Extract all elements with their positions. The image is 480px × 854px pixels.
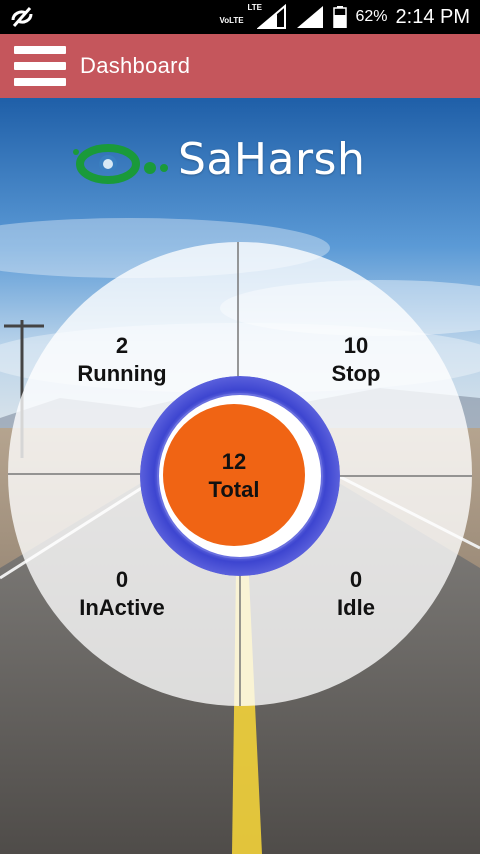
signal-strength-icon-2 (297, 6, 324, 28)
battery-icon (333, 6, 348, 29)
total-label: Total (208, 477, 260, 502)
page-title: Dashboard (80, 53, 191, 78)
idle-count: 0 (349, 567, 363, 592)
app-bar: Dashboard (0, 34, 480, 98)
menu-icon[interactable] (14, 44, 66, 88)
dashboard-dial: 2 Running 10 Stop 0 InActive 0 Idle 12 T… (8, 242, 472, 706)
stop-count: 10 (343, 333, 369, 358)
total-button[interactable]: 12 Total (163, 404, 305, 546)
inactive-count: 0 (115, 567, 129, 592)
running-count: 2 (115, 333, 129, 358)
running-tile[interactable]: 2 Running (62, 332, 182, 388)
stop-tile[interactable]: 10 Stop (296, 332, 416, 388)
battery-percent: 62% (355, 8, 388, 25)
inactive-tile[interactable]: 0 InActive (62, 566, 182, 622)
running-label: Running (77, 361, 167, 386)
total-count: 12 (221, 449, 247, 474)
volte-label: VoLTE (219, 16, 244, 25)
stop-label: Stop (331, 361, 381, 386)
logo-text: SaHarsh (178, 134, 366, 185)
lte-signal: LTE VoLTE (219, 0, 287, 34)
saharsh-logo: SaHarsh (70, 134, 370, 194)
background-scene: SaHarsh 2 Running 10 Stop 0 InActive 0 I… (0, 98, 480, 854)
idle-label: Idle (337, 595, 375, 620)
idle-tile[interactable]: 0 Idle (296, 566, 416, 622)
no-sync-icon (10, 6, 34, 28)
status-bar: LTE VoLTE 62% 2:14 PM (0, 0, 480, 34)
inactive-label: InActive (79, 595, 165, 620)
clock: 2:14 PM (395, 5, 470, 28)
orbit-logo-icon (73, 144, 168, 184)
signal-strength-icon (257, 4, 287, 29)
